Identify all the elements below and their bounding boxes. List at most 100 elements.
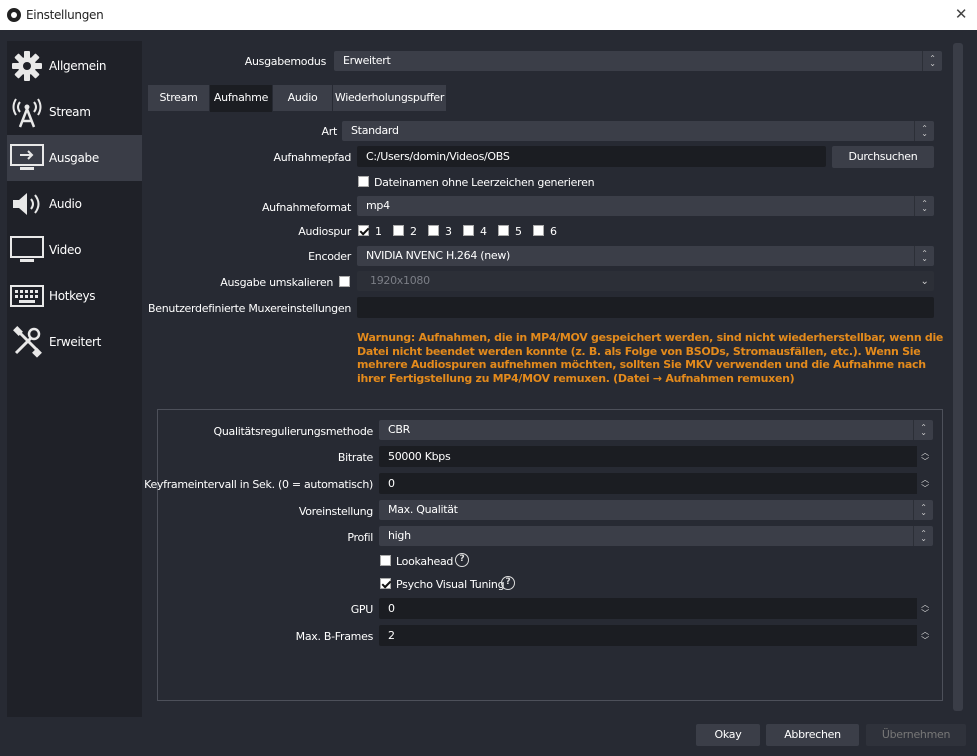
- gpu-value: 0: [388, 602, 395, 615]
- audio-track-label: Audiospur: [298, 225, 351, 238]
- profile-select[interactable]: high ⌃ ⌄: [379, 526, 933, 546]
- keyframe-interval-spinbox[interactable]: 0 ︿ ﹀: [379, 473, 933, 494]
- sidebar-item-label: Ausgabe: [49, 151, 99, 165]
- settings-sidebar: Allgemein Stream Ausgabe Audio Video Hot…: [7, 41, 142, 717]
- rate-control-label: Qualitätsregulierungsmethode: [213, 425, 374, 438]
- audio-track-1-checkbox[interactable]: [358, 225, 369, 236]
- recording-format-label: Aufnahmeformat: [261, 201, 351, 214]
- keyframe-interval-label: Keyframeintervall in Sek. (0 = automatis…: [144, 478, 373, 491]
- monitor-output-icon: [10, 141, 44, 175]
- sidebar-item-hotkeys[interactable]: Hotkeys: [7, 273, 142, 319]
- audio-track-2-label: 2: [410, 225, 417, 238]
- mp4-warning-text: Warnung: Aufnahmen, die in MP4/MOV gespe…: [357, 331, 944, 385]
- tab-replay-buffer[interactable]: Wiederholungspuffer: [333, 85, 446, 111]
- sidebar-item-advanced[interactable]: Erweitert: [7, 319, 142, 365]
- sidebar-item-label: Allgemein: [49, 59, 107, 73]
- sidebar-item-label: Erweitert: [49, 335, 102, 349]
- gpu-spinbox[interactable]: 0 ︿ ﹀: [379, 598, 933, 619]
- audio-track-4-checkbox[interactable]: [463, 225, 474, 236]
- audio-track-6-label: 6: [550, 225, 557, 238]
- recording-path-input[interactable]: C:/Users/domin/Videos/OBS: [357, 146, 826, 167]
- sidebar-item-label: Stream: [49, 105, 91, 119]
- output-mode-select[interactable]: Erweitert ⌃ ⌄: [334, 51, 942, 71]
- browse-button[interactable]: Durchsuchen: [832, 146, 934, 168]
- help-icon[interactable]: ?: [455, 553, 469, 567]
- updown-arrows-icon: ⌃ ⌄: [922, 51, 942, 71]
- lookahead-label: Lookahead: [396, 555, 454, 568]
- bitrate-spinbox[interactable]: 50000 Kbps ︿ ﹀: [379, 446, 933, 467]
- monitor-icon: [10, 233, 44, 267]
- recording-format-select[interactable]: mp4 ⌃ ⌄: [357, 196, 934, 216]
- ok-button[interactable]: Okay: [696, 724, 760, 746]
- rate-control-select[interactable]: CBR ⌃ ⌄: [379, 420, 933, 440]
- encoder-value: NVIDIA NVENC H.264 (new): [366, 249, 511, 262]
- rate-control-value: CBR: [388, 423, 410, 436]
- encoder-select[interactable]: NVIDIA NVENC H.264 (new) ⌃ ⌄: [357, 246, 934, 266]
- sidebar-item-label: Video: [49, 243, 82, 257]
- audio-track-6-checkbox[interactable]: [533, 225, 544, 236]
- spin-arrows-icon[interactable]: ︿ ﹀: [917, 446, 933, 467]
- preset-value: Max. Qualität: [388, 503, 458, 516]
- rescale-resolution-select[interactable]: 1920x1080 ⌄: [357, 271, 934, 291]
- spin-arrows-icon[interactable]: ︿ ﹀: [917, 625, 933, 646]
- close-icon[interactable]: ✕: [953, 6, 969, 22]
- rescale-checkbox[interactable]: [339, 276, 350, 287]
- encoder-label: Encoder: [308, 250, 351, 263]
- profile-value: high: [388, 529, 411, 542]
- output-mode-value: Erweitert: [343, 54, 391, 67]
- recording-type-label: Art: [321, 125, 338, 138]
- gear-icon: [10, 49, 44, 83]
- recording-path-label: Aufnahmepfad: [273, 151, 351, 164]
- sidebar-item-label: Audio: [49, 197, 82, 211]
- apply-button[interactable]: Übernehmen: [866, 724, 966, 746]
- output-mode-label: Ausgabemodus: [244, 55, 327, 68]
- audio-track-5-checkbox[interactable]: [498, 225, 509, 236]
- bframes-value: 2: [388, 629, 395, 642]
- tab-audio[interactable]: Audio: [273, 85, 332, 111]
- audio-track-5-label: 5: [515, 225, 522, 238]
- recording-type-select[interactable]: Standard ⌃ ⌄: [342, 121, 934, 141]
- psycho-visual-label: Psycho Visual Tuning: [396, 578, 505, 591]
- sidebar-item-video[interactable]: Video: [7, 227, 142, 273]
- bframes-label: Max. B-Frames: [295, 630, 374, 643]
- audio-track-1-label: 1: [375, 225, 382, 238]
- tab-recording[interactable]: Aufnahme: [210, 85, 272, 112]
- tools-icon: [10, 325, 44, 359]
- rescale-label: Ausgabe umskalieren: [220, 276, 333, 289]
- audio-track-3-label: 3: [445, 225, 452, 238]
- sidebar-item-output[interactable]: Ausgabe: [7, 135, 142, 181]
- lookahead-checkbox[interactable]: [380, 555, 391, 566]
- bitrate-value: 50000 Kbps: [388, 450, 451, 463]
- updown-arrows-icon: ⌃ ⌄: [914, 196, 934, 216]
- audio-track-3-checkbox[interactable]: [428, 225, 439, 236]
- keyframe-interval-value: 0: [388, 477, 395, 490]
- chevron-down-icon: ⌄: [914, 271, 934, 291]
- sidebar-item-general[interactable]: Allgemein: [7, 43, 142, 89]
- obs-logo-icon: [7, 8, 21, 22]
- tab-stream[interactable]: Stream: [148, 85, 209, 111]
- sidebar-item-label: Hotkeys: [49, 289, 96, 303]
- spin-arrows-icon[interactable]: ︿ ﹀: [917, 473, 933, 494]
- bframes-spinbox[interactable]: 2 ︿ ﹀: [379, 625, 933, 646]
- preset-select[interactable]: Max. Qualität ⌃ ⌄: [379, 500, 933, 520]
- recording-type-value: Standard: [351, 124, 399, 137]
- cancel-button[interactable]: Abbrechen: [766, 724, 859, 746]
- psycho-visual-checkbox[interactable]: [380, 578, 391, 589]
- window-title: Einstellungen: [26, 8, 104, 22]
- no-spaces-checkbox[interactable]: [358, 176, 369, 187]
- muxer-settings-input[interactable]: [357, 297, 934, 318]
- audio-track-4-label: 4: [480, 225, 487, 238]
- spin-arrows-icon[interactable]: ︿ ﹀: [917, 598, 933, 619]
- updown-arrows-icon: ⌃ ⌄: [913, 500, 933, 520]
- bitrate-label: Bitrate: [337, 451, 373, 464]
- settings-scrollbar[interactable]: [951, 41, 965, 717]
- sidebar-item-stream[interactable]: Stream: [7, 89, 142, 135]
- sidebar-item-audio[interactable]: Audio: [7, 181, 142, 227]
- updown-arrows-icon: ⌃ ⌄: [913, 420, 933, 440]
- scrollbar-thumb[interactable]: [953, 43, 963, 711]
- rescale-value: 1920x1080: [370, 274, 430, 287]
- audio-track-2-checkbox[interactable]: [393, 225, 404, 236]
- help-icon[interactable]: ?: [501, 576, 515, 590]
- keyboard-icon: [10, 279, 44, 313]
- muxer-settings-label: Benutzerdefinierte Muxereinstellungen: [148, 302, 351, 315]
